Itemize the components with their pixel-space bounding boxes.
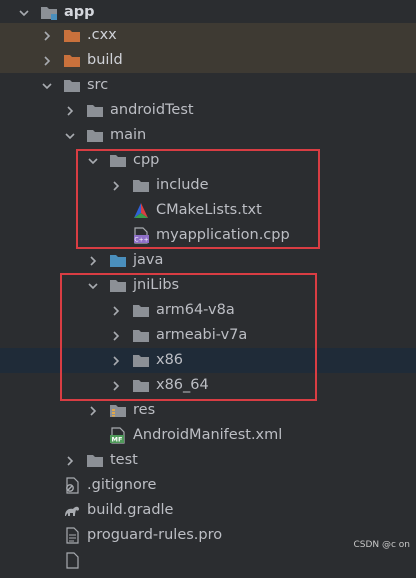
tree-item-jnilibs[interactable]: jniLibs bbox=[0, 273, 416, 298]
tree-item-java[interactable]: java bbox=[0, 248, 416, 273]
tree-item-label: include bbox=[156, 177, 209, 193]
tree-item-label: java bbox=[133, 252, 164, 268]
tree-item-x86[interactable]: x86 bbox=[0, 348, 416, 373]
tree-item-gitignore[interactable]: .gitignore bbox=[0, 473, 416, 498]
chevron-right-icon[interactable] bbox=[86, 398, 100, 423]
tree-item-build[interactable]: build bbox=[0, 48, 416, 73]
tree-item-label: test bbox=[110, 452, 138, 468]
manifest-icon: MF bbox=[109, 427, 127, 444]
svg-text:MF: MF bbox=[112, 436, 123, 444]
tree-item-include[interactable]: include bbox=[0, 173, 416, 198]
excluded-folder-icon bbox=[63, 27, 81, 44]
tree-item-label: cpp bbox=[133, 152, 160, 168]
tree-item-main[interactable]: main bbox=[0, 123, 416, 148]
chevron-right-icon[interactable] bbox=[109, 323, 123, 348]
folder-icon bbox=[86, 127, 104, 144]
text-file-icon bbox=[63, 527, 81, 544]
tree-item-label: src bbox=[87, 77, 109, 93]
tree-item-label: androidTest bbox=[110, 102, 194, 118]
chevron-right-icon[interactable] bbox=[40, 48, 54, 73]
folder-icon bbox=[109, 277, 127, 294]
tree-item-res[interactable]: res bbox=[0, 398, 416, 423]
tree-item-androidmanifest[interactable]: MF AndroidManifest.xml bbox=[0, 423, 416, 448]
folder-icon bbox=[132, 302, 150, 319]
tree-item-partial bbox=[0, 548, 416, 573]
tree-item-label: CMakeLists.txt bbox=[156, 202, 262, 218]
resources-folder-icon bbox=[109, 402, 127, 419]
tree-item-label: build.gradle bbox=[87, 502, 174, 518]
tree-item-myapplication-cpp[interactable]: C++ myapplication.cpp bbox=[0, 223, 416, 248]
module-folder-icon bbox=[40, 4, 58, 21]
tree-item-cmakelists[interactable]: CMakeLists.txt bbox=[0, 198, 416, 223]
tree-item-app[interactable]: app bbox=[0, 0, 416, 25]
gradle-icon bbox=[63, 502, 81, 519]
chevron-right-icon[interactable] bbox=[109, 373, 123, 398]
cpp-file-icon: C++ bbox=[132, 227, 150, 244]
tree-item-label: app bbox=[64, 4, 95, 20]
gitignore-icon bbox=[63, 477, 81, 494]
cmake-icon bbox=[132, 202, 150, 219]
tree-item-x86-64[interactable]: x86_64 bbox=[0, 373, 416, 398]
tree-item-label: proguard-rules.pro bbox=[87, 527, 223, 543]
folder-icon bbox=[132, 327, 150, 344]
chevron-down-icon[interactable] bbox=[86, 148, 100, 173]
tree-item-label: myapplication.cpp bbox=[156, 227, 290, 243]
chevron-right-icon[interactable] bbox=[109, 348, 123, 373]
tree-item-label: AndroidManifest.xml bbox=[133, 427, 283, 443]
tree-item-label: x86_64 bbox=[156, 377, 209, 393]
tree-item-cxx[interactable]: .cxx bbox=[0, 23, 416, 48]
chevron-right-icon[interactable] bbox=[109, 173, 123, 198]
chevron-down-icon[interactable] bbox=[63, 123, 77, 148]
tree-item-arm64-v8a[interactable]: arm64-v8a bbox=[0, 298, 416, 323]
tree-item-test[interactable]: test bbox=[0, 448, 416, 473]
chevron-right-icon[interactable] bbox=[40, 23, 54, 48]
folder-icon bbox=[63, 77, 81, 94]
tree-item-src[interactable]: src bbox=[0, 73, 416, 98]
chevron-down-icon[interactable] bbox=[17, 0, 31, 25]
folder-icon bbox=[86, 452, 104, 469]
text-file-icon bbox=[63, 552, 81, 569]
tree-item-label: build bbox=[87, 52, 123, 68]
tree-item-label: jniLibs bbox=[133, 277, 180, 293]
project-tree: app .cxx build src androidTest main cpp … bbox=[0, 0, 416, 569]
folder-icon bbox=[132, 352, 150, 369]
tree-item-label: .gitignore bbox=[87, 477, 157, 493]
tree-item-androidtest[interactable]: androidTest bbox=[0, 98, 416, 123]
tree-item-label: .cxx bbox=[87, 27, 117, 43]
tree-item-build-gradle[interactable]: build.gradle bbox=[0, 498, 416, 523]
chevron-right-icon[interactable] bbox=[63, 98, 77, 123]
tree-item-armeabi-v7a[interactable]: armeabi-v7a bbox=[0, 323, 416, 348]
tree-item-label: armeabi-v7a bbox=[156, 327, 248, 343]
chevron-down-icon[interactable] bbox=[86, 273, 100, 298]
folder-icon bbox=[132, 377, 150, 394]
tree-item-label: res bbox=[133, 402, 156, 418]
folder-icon bbox=[132, 177, 150, 194]
chevron-down-icon[interactable] bbox=[40, 73, 54, 98]
tree-item-cpp[interactable]: cpp bbox=[0, 148, 416, 173]
folder-icon bbox=[86, 102, 104, 119]
tree-item-label: main bbox=[110, 127, 147, 143]
excluded-folder-icon bbox=[63, 52, 81, 69]
tree-item-label: x86 bbox=[156, 352, 184, 368]
chevron-right-icon[interactable] bbox=[86, 248, 100, 273]
tree-item-label: arm64-v8a bbox=[156, 302, 235, 318]
chevron-right-icon[interactable] bbox=[63, 448, 77, 473]
folder-icon bbox=[109, 152, 127, 169]
svg-text:C++: C++ bbox=[134, 237, 148, 244]
source-folder-icon bbox=[109, 252, 127, 269]
watermark: CSDN @c on bbox=[353, 540, 410, 550]
chevron-right-icon[interactable] bbox=[109, 298, 123, 323]
